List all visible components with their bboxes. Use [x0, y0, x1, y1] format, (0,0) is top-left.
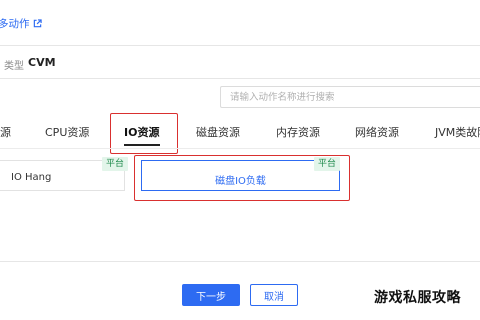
active-tab-underline: [124, 144, 160, 146]
action-search-input[interactable]: [220, 86, 480, 108]
add-action-link[interactable]: 多动作: [0, 16, 42, 31]
action-card-label: 磁盘IO负载: [215, 176, 266, 187]
tab-io-resources[interactable]: IO资源: [124, 124, 159, 140]
tab-cpu-resources[interactable]: CPU资源: [45, 124, 89, 140]
watermark-text: 游戏私服攻略: [374, 290, 461, 306]
top-divider: [0, 45, 480, 46]
cancel-button[interactable]: 取消: [250, 284, 298, 306]
tab-memory-resources[interactable]: 内存资源: [276, 124, 320, 140]
add-action-link-label: 多动作: [0, 18, 30, 30]
action-card-label: IO Hang: [11, 172, 52, 183]
platform-badge: 平台: [102, 157, 129, 171]
next-step-button[interactable]: 下一步: [182, 284, 240, 306]
tab-disk-resources[interactable]: 磁盘资源: [196, 124, 240, 140]
tab-bar-baseline: [0, 148, 480, 149]
section-divider: [0, 78, 480, 79]
external-link-icon: [33, 19, 42, 28]
tab-jvm-faults[interactable]: JVM类故障: [435, 124, 480, 140]
resource-type-label: 类型: [4, 61, 24, 72]
resource-type-value: CVM: [28, 56, 56, 69]
footer-divider: [0, 261, 480, 262]
platform-badge: 平台: [314, 157, 341, 171]
tab-partial[interactable]: 源: [0, 124, 11, 140]
tab-network-resources[interactable]: 网络资源: [355, 124, 399, 140]
